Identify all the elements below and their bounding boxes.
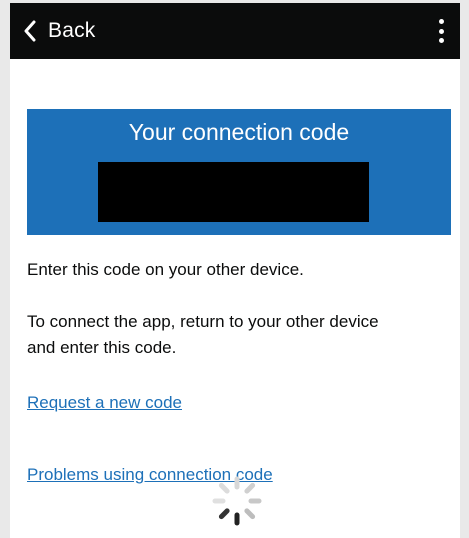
instruction-text: Enter this code on your other device. (27, 260, 304, 279)
main-content: Your connection code Enter this code on … (10, 59, 460, 538)
back-label: Back (48, 19, 96, 42)
back-button[interactable]: Back (20, 19, 96, 43)
top-app-bar: Back (10, 3, 460, 59)
connection-code-title: Your connection code (128, 119, 350, 145)
request-new-code-link[interactable]: Request a new code (27, 393, 182, 413)
connect-instruction-line-2: and enter this code. (27, 338, 177, 357)
chevron-left-icon (20, 20, 40, 42)
spinner-icon (209, 473, 265, 529)
connection-code-panel: Your connection code (27, 109, 451, 235)
connection-code-redacted (98, 162, 369, 222)
connect-instruction-line-1: To connect the app, return to your other… (27, 312, 379, 331)
app-screen: Back Your connection code Enter this cod… (0, 0, 469, 538)
more-vertical-icon[interactable] (436, 19, 446, 43)
